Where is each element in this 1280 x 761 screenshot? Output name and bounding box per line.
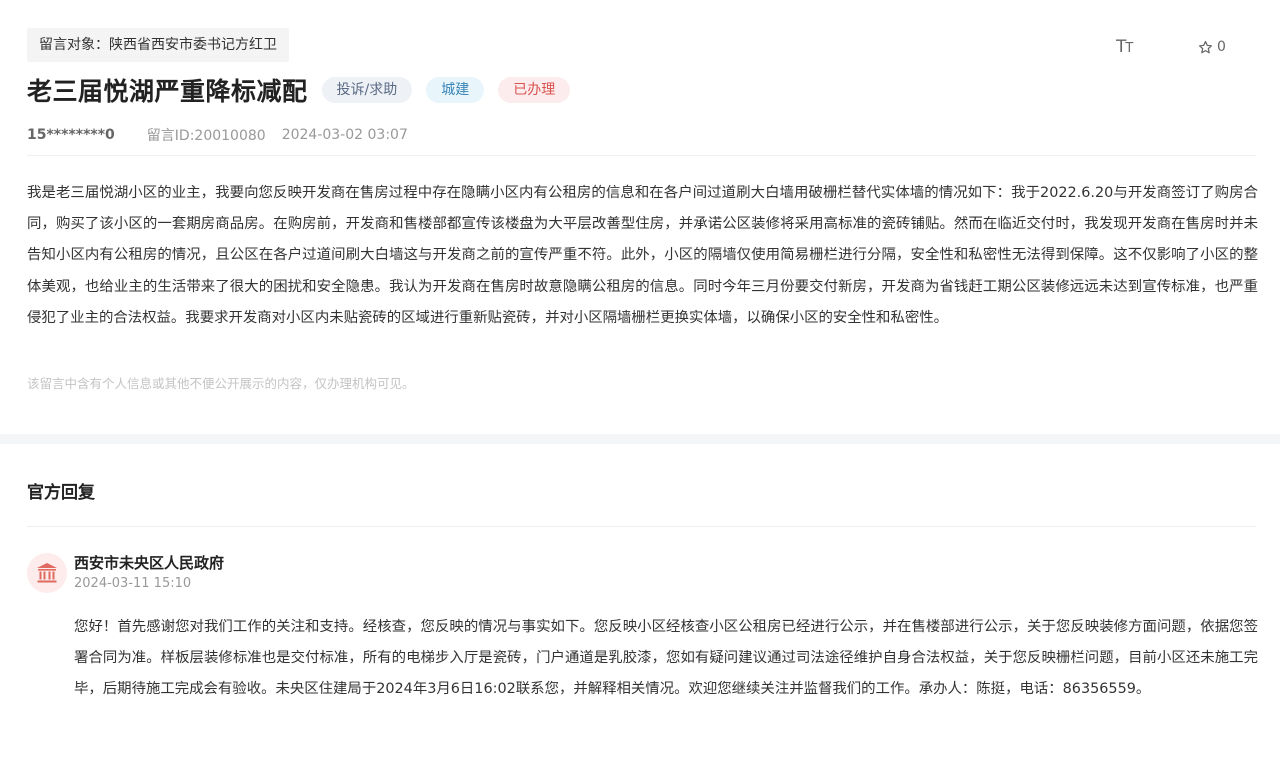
reply-org-name: 西安市未央区人民政府 [74,554,225,572]
tag-type[interactable]: 投诉/求助 [321,77,413,103]
message-id: 留言ID:20010080 [146,128,266,144]
reply-heading: 官方回复 [27,483,95,503]
reply-content: 您好！首先感谢您对我们工作的关注和支持。经核查，您反映的情况与事实如下。您反映小… [74,619,1258,698]
government-building-icon [37,563,57,583]
status-badge: 已办理 [498,77,571,103]
font-size-icon[interactable]: TT [1116,36,1140,58]
page-title: 老三届悦湖严重降标减配 [27,77,308,106]
message-target-chip[interactable]: 留言对象：陕西省西安市委书记方红卫 [27,28,289,62]
section-separator [0,434,1280,444]
message-content: 我是老三届悦湖小区的业主，我要向您反映开发商在售房过程中存在隐瞒小区内有公租房的… [27,185,1258,326]
message-section: 留言对象：陕西省西安市委书记方红卫 TT 0 老三届悦湖严重降标减配 投诉/求助… [0,0,1280,434]
message-date: 2024-03-02 03:07 [281,127,408,143]
star-icon [1198,40,1213,53]
favorite-count: 0 [1217,39,1226,55]
message-user: 15********0 [27,127,115,143]
favorite-button[interactable]: 0 [1198,36,1226,58]
reply-time: 2024-03-11 15:10 [74,576,192,591]
divider [27,155,1256,156]
divider [27,526,1256,527]
tag-field[interactable]: 城建 [426,77,485,103]
message-detail-page: 留言对象：陕西省西安市委书记方红卫 TT 0 老三届悦湖严重降标减配 投诉/求助… [0,0,1280,761]
avatar [27,553,67,593]
title-row: 老三届悦湖严重降标减配 投诉/求助 城建 已办理 [27,72,584,108]
privacy-note: 该留言中含有个人信息或其他不便公开展示的内容，仅办理机构可见。 [27,376,415,391]
message-meta: 15********0 留言ID:20010080 2024-03-02 03:… [27,124,408,146]
